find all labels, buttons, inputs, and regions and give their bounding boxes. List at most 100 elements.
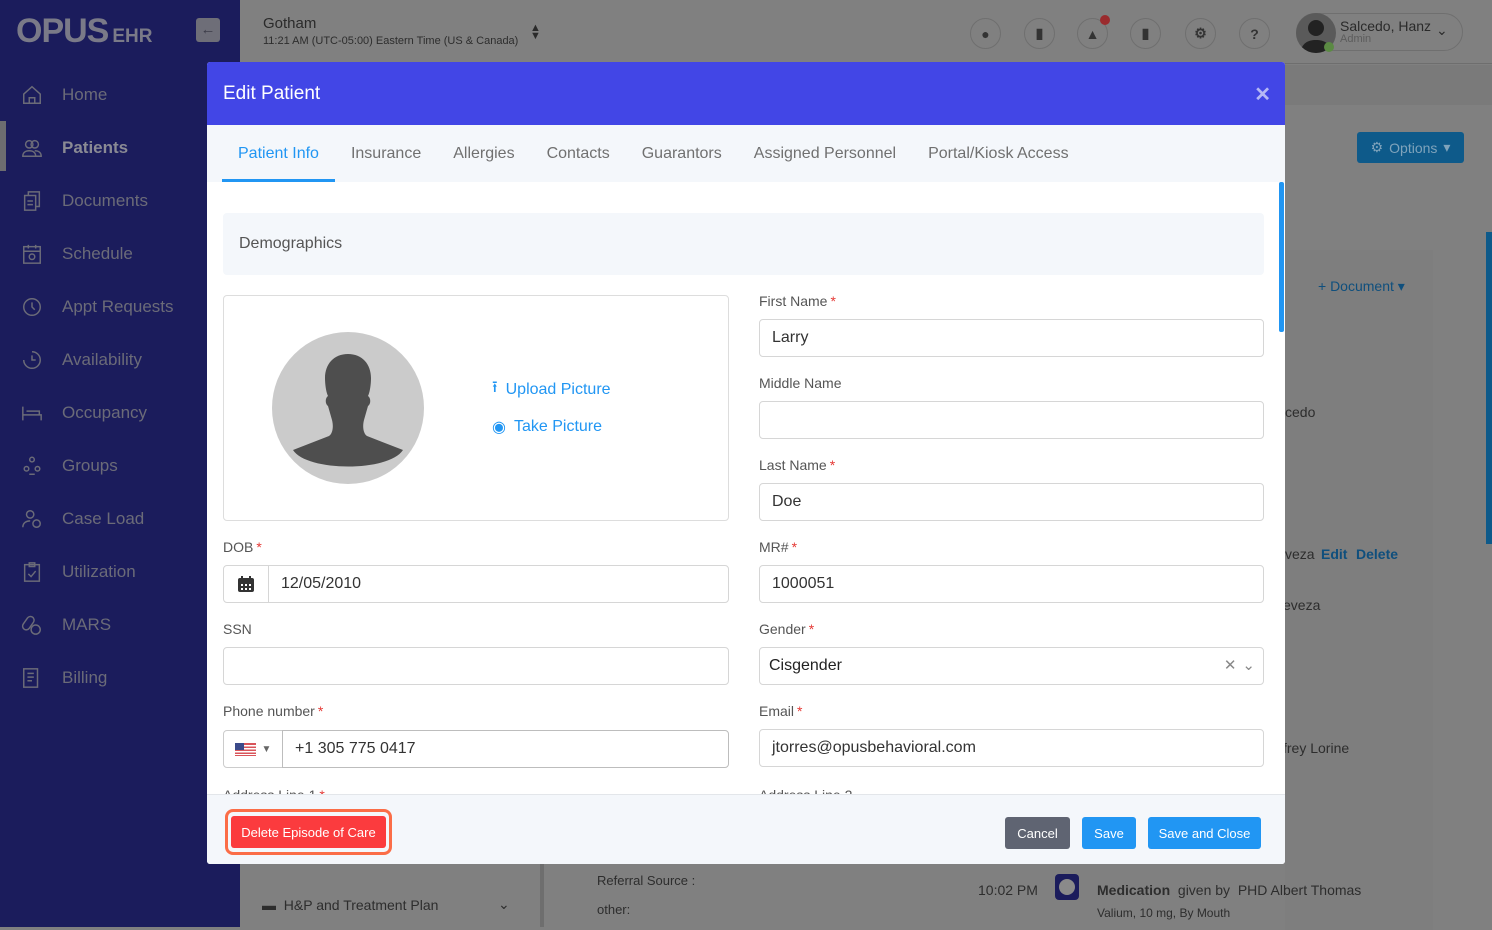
sidebar-item-groups[interactable]: Groups <box>0 439 240 492</box>
bg-divider <box>540 864 544 927</box>
delete-episode-button[interactable]: Delete Episode of Care <box>231 816 386 848</box>
gender-select[interactable]: Cisgender ✕ ⌄ <box>759 647 1264 685</box>
last-name-label: Last Name * <box>759 457 836 473</box>
tab-guarantors[interactable]: Guarantors <box>626 125 738 182</box>
mr-label: MR# * <box>759 539 798 555</box>
caret-down-icon: ▾ <box>1443 139 1451 155</box>
phone-input[interactable]: +1 305 775 0417 <box>282 730 729 768</box>
tab-assigned-personnel[interactable]: Assigned Personnel <box>738 125 912 182</box>
email-input[interactable]: jtorres@opusbehavioral.com <box>759 729 1264 767</box>
camera-icon: ◉ <box>492 419 506 436</box>
book-icon[interactable]: ▮ <box>1024 18 1055 49</box>
billing-icon <box>20 666 44 690</box>
folder-icon: ▬ <box>262 897 276 913</box>
sidebar-item-billing[interactable]: Billing <box>0 651 240 704</box>
timeline-marker-dot <box>1059 879 1075 895</box>
sidebar-item-schedule[interactable]: Schedule <box>0 227 240 280</box>
us-flag-icon <box>234 742 256 756</box>
mr-input[interactable]: 1000051 <box>759 565 1264 603</box>
options-button[interactable]: ⚙ Options ▾ <box>1357 132 1464 163</box>
first-name-input[interactable]: Larry <box>759 319 1264 357</box>
sort-toggle-icon[interactable]: ▲ ▼ <box>530 23 541 42</box>
gear-icon[interactable]: ⚙ <box>1185 18 1216 49</box>
calendar-icon <box>20 242 44 266</box>
patients-icon <box>20 136 44 160</box>
photo-panel: ⭱ Upload Picture ◉ Take Picture <box>223 295 729 521</box>
help-icon[interactable]: ? <box>1239 18 1270 49</box>
folder-item[interactable]: ▬ H&P and Treatment Plan <box>262 897 438 913</box>
chat-icon[interactable]: ● <box>970 18 1001 49</box>
edit-link[interactable]: Edit <box>1321 546 1347 562</box>
sidebar-item-case-load[interactable]: Case Load <box>0 492 240 545</box>
notification-badge <box>1100 15 1110 25</box>
user-name: Salcedo, Hanz <box>1340 18 1432 34</box>
clock-icon <box>20 295 44 319</box>
tab-contacts[interactable]: Contacts <box>531 125 626 182</box>
first-name-label: First Name * <box>759 293 836 309</box>
clear-icon[interactable]: ✕ <box>1224 648 1237 684</box>
bell-icon[interactable]: ▲ <box>1077 15 1110 49</box>
take-picture-link[interactable]: ◉ Take Picture <box>492 417 602 437</box>
middle-name-label: Middle Name <box>759 375 842 391</box>
tab-patient-info[interactable]: Patient Info <box>222 125 335 182</box>
add-document-link[interactable]: + Document ▾ <box>1318 278 1405 295</box>
user-role: Admin <box>1340 33 1372 45</box>
sidebar-item-utilization[interactable]: Utilization <box>0 545 240 598</box>
middle-name-input[interactable] <box>759 401 1264 439</box>
chevron-down-icon[interactable]: ⌄ <box>498 896 510 913</box>
address-line-1-label: Address Line 1* <box>223 787 325 794</box>
sidebar-item-home[interactable]: Home <box>0 68 240 121</box>
pills-icon <box>20 613 44 637</box>
person-silhouette-icon <box>293 354 403 467</box>
cancel-button[interactable]: Cancel <box>1005 817 1070 849</box>
sidebar-item-availability[interactable]: Availability <box>0 333 240 386</box>
sidebar-item-patients[interactable]: Patients <box>0 121 240 174</box>
sidebar-item-mars[interactable]: MARS <box>0 598 240 651</box>
modal-footer: Delete Episode of Care Cancel Save Save … <box>207 794 1285 864</box>
save-button[interactable]: Save <box>1082 817 1136 849</box>
dob-input[interactable]: 12/05/2010 <box>268 565 729 603</box>
upload-icon: ⭱ <box>492 379 498 396</box>
modal-title: Edit Patient <box>223 82 321 104</box>
chevron-down-icon[interactable]: ⌄ <box>1242 648 1255 684</box>
patient-avatar <box>272 332 424 484</box>
country-code-select[interactable]: ▼ <box>223 730 283 768</box>
tab-portal-kiosk-access[interactable]: Portal/Kiosk Access <box>912 125 1085 182</box>
edit-patient-modal: Edit Patient ✕ Patient Info Insurance Al… <box>207 62 1285 864</box>
last-name-input[interactable]: Doe <box>759 483 1264 521</box>
timeline-time: 10:02 PM <box>978 882 1038 898</box>
location-selector[interactable]: Gotham 11:21 AM (UTC-05:00) Eastern Time… <box>263 15 518 47</box>
location-time: 11:21 AM (UTC-05:00) Eastern Time (US & … <box>263 35 519 47</box>
case-load-icon <box>20 507 44 531</box>
bg-text: eveza <box>1283 597 1321 613</box>
sidebar-nav: Home Patients Documents Schedule Appt Re… <box>0 68 240 704</box>
close-icon[interactable]: ✕ <box>1254 82 1271 107</box>
clipboard-icon[interactable]: ▮ <box>1130 18 1161 49</box>
bg-panel-right <box>1285 250 1433 930</box>
bg-scrollbar <box>1486 232 1492 544</box>
timeline-detail: Valium, 10 mg, By Mouth <box>1097 906 1231 920</box>
upload-picture-link[interactable]: ⭱ Upload Picture <box>492 376 611 403</box>
calendar-icon[interactable] <box>223 565 269 603</box>
tab-insurance[interactable]: Insurance <box>335 125 437 182</box>
delete-link[interactable]: Delete <box>1356 546 1398 562</box>
section-title: Demographics <box>223 213 1264 275</box>
tab-allergies[interactable]: Allergies <box>437 125 530 182</box>
ssn-input[interactable] <box>223 647 729 685</box>
sidebar-item-documents[interactable]: Documents <box>0 174 240 227</box>
sidebar-item-appt-requests[interactable]: Appt Requests <box>0 280 240 333</box>
top-bar: Gotham 11:21 AM (UTC-05:00) Eastern Time… <box>240 0 1492 64</box>
modal-scrollbar[interactable] <box>1279 182 1284 332</box>
other-label: other: <box>597 902 631 917</box>
sidebar-item-occupancy[interactable]: Occupancy <box>0 386 240 439</box>
groups-icon <box>20 454 44 478</box>
app-logo: OPUS EHR <box>16 12 153 50</box>
referral-source-label: Referral Source : <box>597 873 696 888</box>
chevron-down-icon[interactable]: ⌄ <box>1436 22 1448 39</box>
save-and-close-button[interactable]: Save and Close <box>1148 817 1261 849</box>
collapse-sidebar-button[interactable]: ← <box>196 18 220 42</box>
caret-down-icon: ▼ <box>261 743 272 755</box>
phone-label: Phone number * <box>223 703 324 719</box>
ssn-label: SSN <box>223 621 252 637</box>
timeline-entry: Medication given by PHD Albert Thomas <box>1097 882 1362 898</box>
